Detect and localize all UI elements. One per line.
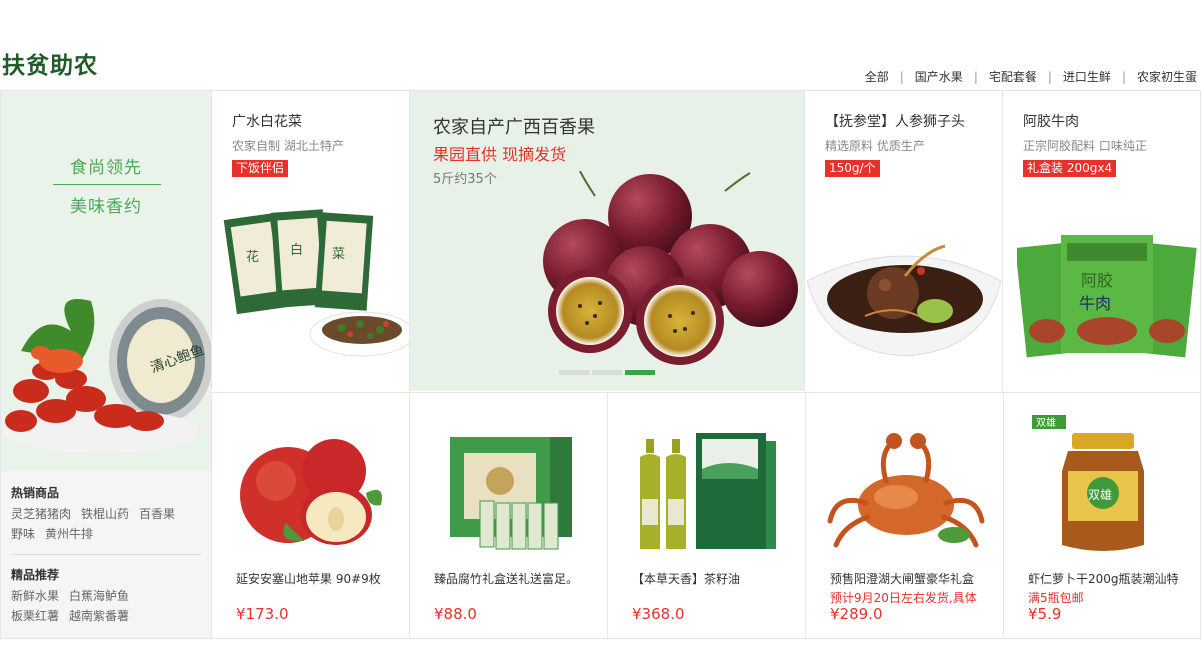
product-card[interactable]: 臻品腐竹礼盒送礼送富足。 ¥88.0 [409, 392, 607, 638]
hot-links-row-1: 灵芝猪猪肉 铁棍山药 百香果 [11, 504, 201, 524]
hairy-crab-icon [827, 433, 985, 548]
slogan-bottom: 美味香约 [70, 197, 142, 217]
page: 扶贫助农 全部 | 国产水果 | 宅配套餐 | 进口生鲜 | 农家初生蛋 食尚领… [0, 0, 1201, 661]
links-divider [11, 554, 201, 555]
featured-heading: 精品推荐 [11, 568, 60, 582]
jar-brand-label: 双雄 [1036, 416, 1056, 429]
product-name: 预售阳澄湖大闸蟹豪华礼盒 [830, 572, 975, 586]
category-all[interactable]: 全部 [854, 68, 900, 85]
svg-text:花: 花 [246, 249, 259, 265]
carousel-dot-active[interactable] [625, 370, 655, 375]
feature-title: 农家自产广西百香果 [433, 117, 595, 138]
category-delivery-package[interactable]: 宅配套餐 [978, 68, 1048, 85]
product-card[interactable]: 阿胶牛肉 正宗阿胶配料 口味纯正 礼盒装 200gx4 阿胶 牛肉 [1002, 91, 1201, 391]
product-card[interactable]: 预售阳澄湖大闸蟹豪华礼盒 预计9月20日左右发货,具体 ¥289.0 [805, 392, 1003, 638]
svg-text:双雄: 双雄 [1088, 487, 1112, 502]
ginseng-meatball-bowl-icon [806, 244, 1002, 357]
product-card[interactable]: 延安安塞山地苹果 90#9枚 ¥173.0 [211, 392, 409, 638]
product-card[interactable]: 【抚参堂】人参狮子头 精选原料 优质生产 150g/个 [804, 91, 1002, 391]
hot-products-heading: 热销商品 [11, 486, 60, 500]
product-card[interactable]: 【本草天香】茶籽油 ¥368.0 [607, 392, 805, 638]
product-price: ¥289.0 [830, 605, 883, 623]
product-card[interactable]: 广水白花菜 农家自制 湖北土特产 下饭伴侣 白 菜 花 [211, 91, 409, 391]
product-note: 满5瓶包邮 [1028, 591, 1084, 605]
featured-links-row-2: 板栗红薯 越南紫番薯 [11, 606, 201, 626]
passion-fruit-icon [543, 171, 798, 365]
svg-text:菜: 菜 [332, 247, 345, 262]
product-name: 臻品腐竹礼盒送礼送富足。 [434, 572, 579, 586]
product-name: 【本草天香】茶籽油 [632, 572, 741, 586]
product-name: 广水白花菜 [232, 114, 302, 130]
carousel-dot[interactable] [559, 370, 589, 375]
svg-text:阿胶: 阿胶 [1081, 271, 1113, 290]
slogan-top: 食尚领先 [70, 158, 142, 178]
product-card[interactable]: 双雄 双雄 虾仁萝卜干200g瓶装潮汕特 满5瓶包邮 ¥5.9 [1003, 392, 1201, 638]
category-imported-fresh[interactable]: 进口生鲜 [1052, 68, 1122, 85]
product-desc: 农家自制 湖北土特产 [232, 139, 344, 153]
feature-subtitle: 果园直供 现摘发货 [433, 145, 567, 164]
hot-link[interactable]: 野味 [11, 527, 35, 541]
section-title: 扶贫助农 [2, 53, 98, 79]
featured-link[interactable]: 板栗红薯 [11, 609, 59, 623]
product-name: 【抚参堂】人参狮子头 [825, 114, 965, 130]
product-price: ¥173.0 [236, 605, 289, 623]
left-column: 食尚领先 美味香约 清心鲍鱼 热销商品 灵芝猪猪肉 铁棍山药 百香果 野味 黄州… [0, 91, 211, 638]
category-farm-eggs[interactable]: 农家初生蛋 [1126, 68, 1197, 85]
pickle-jar-icon: 双雄 双雄 [1032, 415, 1144, 551]
product-name: 阿胶牛肉 [1023, 114, 1079, 130]
tofu-skin-gift-box-icon [450, 437, 572, 550]
product-price: ¥5.9 [1028, 605, 1062, 623]
featured-link[interactable]: 越南紫番薯 [69, 609, 129, 623]
apple-icon [240, 439, 382, 545]
category-domestic-fruit[interactable]: 国产水果 [904, 68, 974, 85]
product-tag: 下饭伴侣 [232, 160, 289, 177]
product-price: ¥88.0 [434, 605, 477, 623]
product-name: 延安安塞山地苹果 90#9枚 [236, 572, 381, 586]
carousel-dot[interactable] [592, 370, 622, 375]
product-price: ¥368.0 [632, 605, 685, 623]
product-desc: 精选原料 优质生产 [825, 139, 925, 153]
featured-link[interactable]: 白蕉海鲈鱼 [69, 589, 129, 603]
svg-text:牛肉: 牛肉 [1079, 294, 1111, 313]
hot-link[interactable]: 灵芝猪猪肉 [11, 507, 71, 521]
featured-banner[interactable]: 农家自产广西百香果 果园直供 现摘发货 5斤约35个 [409, 91, 804, 391]
product-name: 虾仁萝卜干200g瓶装潮汕特 [1028, 572, 1179, 586]
camellia-oil-bottles-icon [640, 433, 776, 549]
category-nav: 全部 | 国产水果 | 宅配套餐 | 进口生鲜 | 农家初生蛋 [854, 68, 1197, 85]
product-desc: 正宗阿胶配料 口味纯正 [1023, 139, 1147, 153]
pickled-vegetable-packs-icon: 白 菜 花 [223, 209, 409, 357]
left-links-panel: 热销商品 灵芝猪猪肉 铁棍山药 百香果 野味 黄州牛排 精品推荐 新鲜水果 白蕉海鲈鱼 … [1, 471, 211, 638]
carousel-dots [559, 370, 655, 375]
product-tag: 150g/个 [825, 160, 880, 177]
slogan-divider [53, 184, 161, 185]
featured-links-row-1: 新鲜水果 白蕉海鲈鱼 [11, 586, 201, 606]
hot-links-row-2: 野味 黄州牛排 [11, 524, 201, 544]
svg-text:白: 白 [290, 242, 303, 258]
featured-link[interactable]: 新鲜水果 [11, 589, 59, 603]
product-note: 预计9月20日左右发货,具体 [830, 591, 977, 605]
product-tag: 礼盒装 200gx4 [1023, 160, 1117, 177]
hot-link[interactable]: 百香果 [139, 507, 175, 521]
left-banner[interactable]: 食尚领先 美味香约 清心鲍鱼 [1, 91, 211, 471]
hot-link[interactable]: 铁棍山药 [81, 507, 129, 521]
beef-snack-packs-icon: 阿胶 牛肉 [1017, 235, 1197, 358]
crayfish-can-icon: 清心鲍鱼 [3, 299, 211, 453]
hot-link[interactable]: 黄州牛排 [45, 527, 93, 541]
feature-quantity: 5斤约35个 [433, 172, 497, 187]
